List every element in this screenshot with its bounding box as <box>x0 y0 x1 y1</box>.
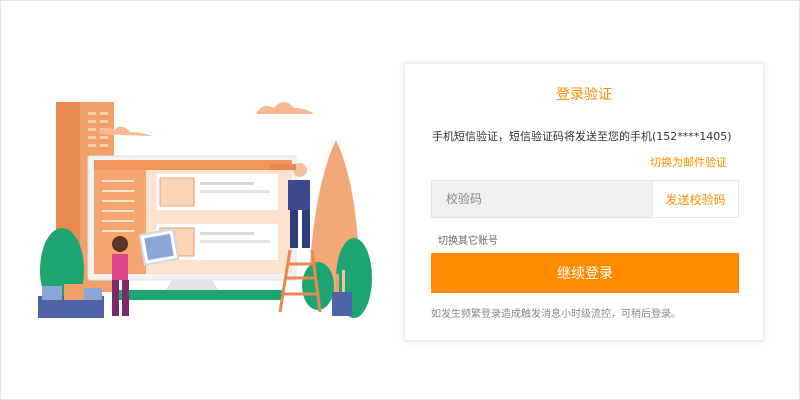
verification-code-row: 发送校验码 <box>431 180 739 218</box>
person-body <box>288 180 310 210</box>
person-body <box>112 254 128 280</box>
continue-login-button[interactable]: 继续登录 <box>431 253 739 293</box>
rate-limit-note: 如发生频繁登录造成触发消息小时级流控，可稍后登录。 <box>431 309 681 320</box>
sms-verification-description: 手机短信验证，短信验证码将发送至您的手机(152****1405) <box>432 130 732 143</box>
switch-account-link[interactable]: 切换其它账号 <box>438 232 498 247</box>
cloud-icon <box>256 102 314 114</box>
switch-to-email-link[interactable]: 切换为邮件验证 <box>650 154 727 170</box>
plank-icon <box>270 164 296 170</box>
send-code-button[interactable]: 发送校验码 <box>652 181 738 217</box>
person-head <box>112 236 128 252</box>
pen-holder-icon <box>332 292 352 316</box>
login-verification-card: 登录验证 手机短信验证，短信验证码将发送至您的手机(152****1405) 切… <box>404 63 764 341</box>
image-placeholder-icon <box>159 177 195 207</box>
verification-code-input[interactable] <box>432 181 652 217</box>
website-maintenance-illustration <box>38 102 372 318</box>
ground-shape <box>112 290 282 300</box>
card-title: 登录验证 <box>556 87 612 103</box>
monitor-header-bar <box>94 160 292 170</box>
